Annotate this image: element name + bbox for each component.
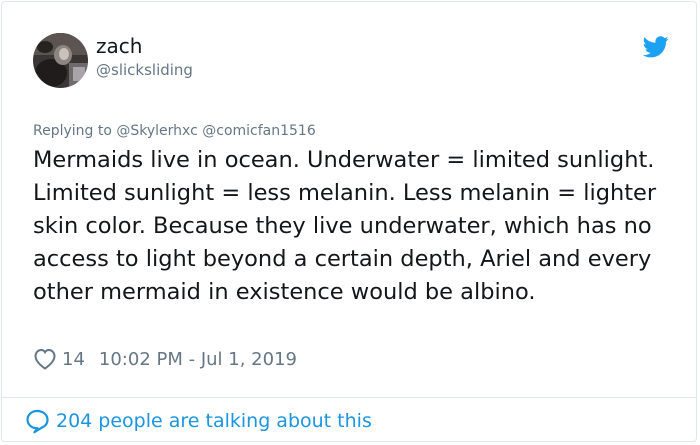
- speech-bubble-icon: [26, 409, 49, 434]
- twitter-bird-icon[interactable]: [643, 36, 669, 58]
- tweet-meta: 14 10:02 PM - Jul 1, 2019: [33, 346, 297, 372]
- replying-to-label: Replying to: [33, 123, 112, 139]
- author-name[interactable]: zach: [96, 34, 142, 58]
- replying-to-line: Replying to @Skylerhxc @comicfan1516: [33, 121, 316, 141]
- reply-mention[interactable]: @Skylerhxc: [116, 123, 197, 139]
- conversation-link[interactable]: 204 people are talking about this: [24, 407, 372, 435]
- like-count: 14: [62, 348, 85, 370]
- tweet-text: Mermaids live in ocean. Underwater = lim…: [33, 147, 657, 305]
- heart-icon[interactable]: [33, 348, 57, 370]
- footer-divider: [2, 397, 696, 398]
- tweet-card: zach @slicksliding Replying to @Skylerhx…: [1, 1, 697, 442]
- author-avatar[interactable]: [33, 33, 88, 88]
- reply-mention[interactable]: @comicfan1516: [202, 123, 316, 139]
- avatar-photo: [33, 33, 88, 88]
- talking-count-text: 204 people are talking about this: [56, 410, 372, 432]
- author-handle[interactable]: @slicksliding: [96, 60, 193, 80]
- tweet-timestamp[interactable]: 10:02 PM - Jul 1, 2019: [99, 349, 297, 370]
